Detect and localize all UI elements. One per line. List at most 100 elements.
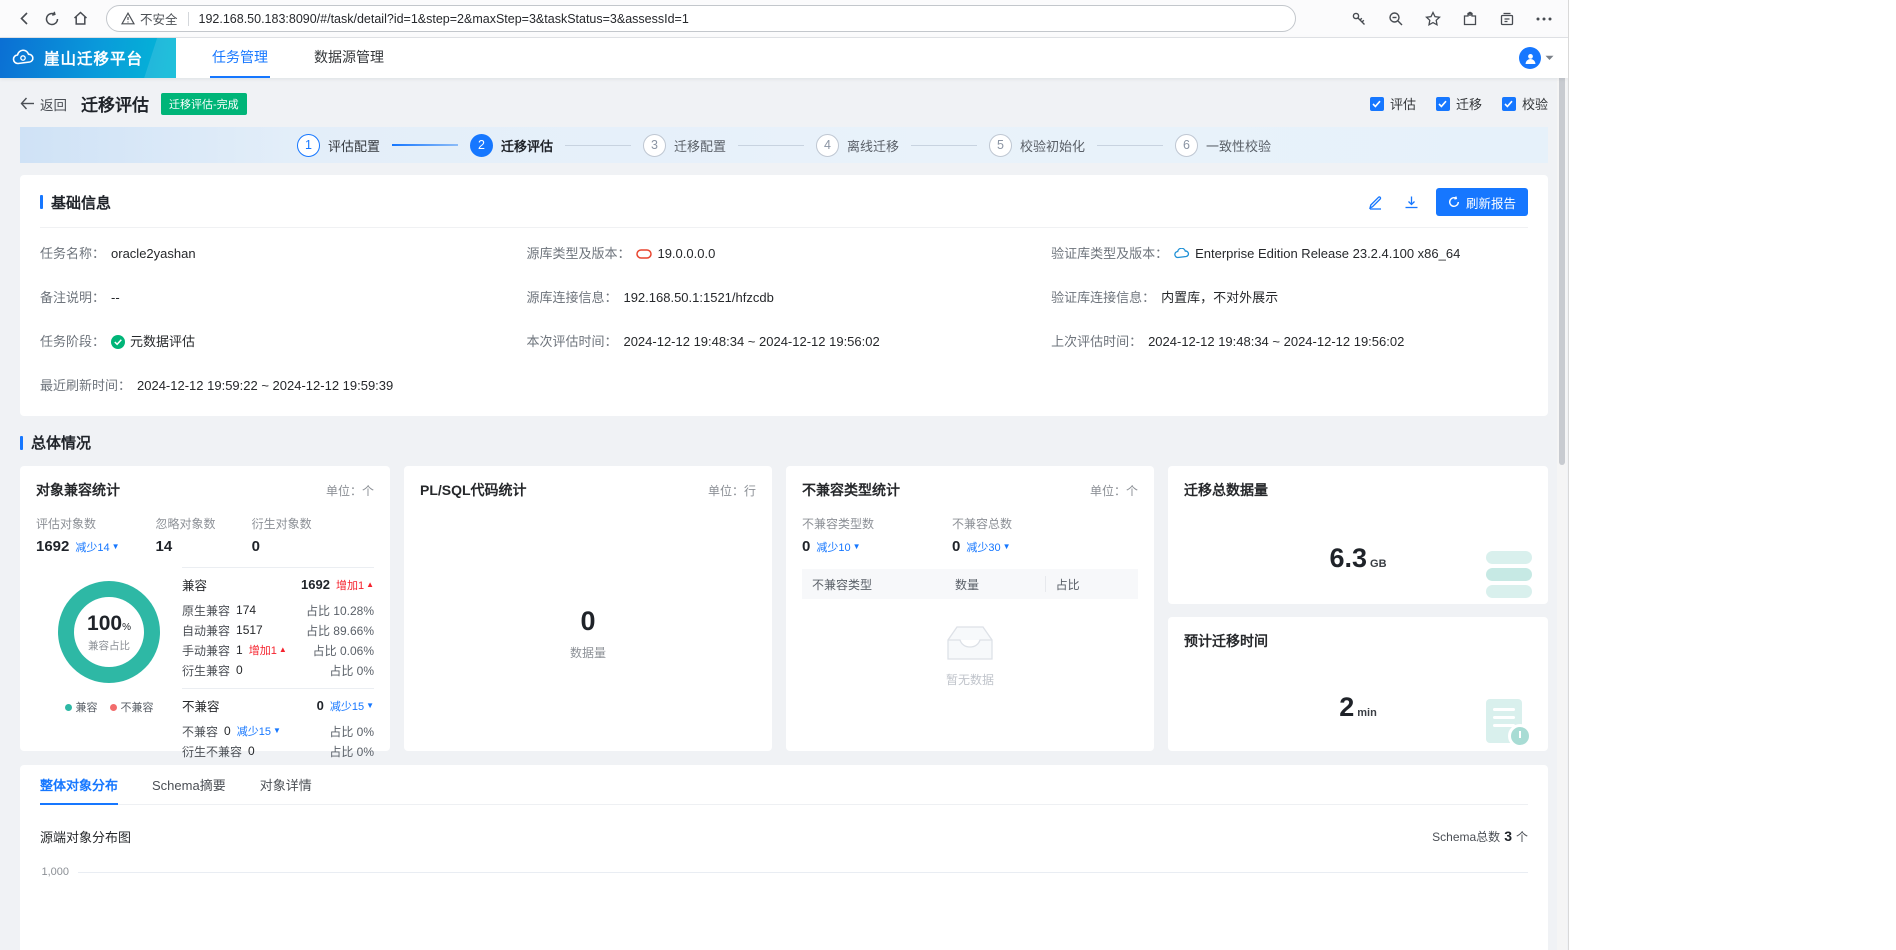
card-unit: 单位：行 [707,483,756,498]
trend-down-icon: ▼ [1002,541,1011,551]
incompat-types-card: 不兼容类型统计 单位：个 不兼容类型数 0 减少10 ▼ 不兼容总数 0 减少3… [786,466,1154,751]
compat-row-native: 原生兼容 174 占比 10.28% [182,603,374,618]
trend-chip[interactable]: 减少30 ▼ [966,539,1010,555]
main-nav: 任务管理 数据源管理 [210,38,386,78]
incompat-header-row: 不兼容 0 减少15 ▼ [182,688,374,721]
security-chip[interactable]: 不安全 [121,9,178,28]
step-connector [391,144,458,146]
stat-derived-objects: 衍生对象数 0 [251,517,312,555]
plsql-value: 0 [580,606,596,636]
card-title: 不兼容类型统计 [802,482,900,498]
field-source-conn: 源库连接信息： 192.168.50.1:1521/hfzcdb [526,290,774,305]
scrollbar-thumb[interactable] [1559,45,1565,465]
more-menu-icon [1536,17,1552,20]
checkbox-checked-icon[interactable] [1369,96,1384,111]
favorite-button[interactable] [1419,5,1447,33]
gridline [78,871,1528,873]
time-document-icon [1486,699,1532,748]
password-key-button[interactable] [1345,5,1373,33]
card-title: 迁移总数据量 [1184,482,1268,498]
donut-legend: 兼容 不兼容 [64,699,154,715]
schema-total: Schema总数 3 个 [1432,828,1528,844]
url-text: 192.168.50.183:8090/#/task/detail?id=1&s… [198,11,689,26]
browser-menu-button[interactable] [1530,5,1558,33]
step-migration-config: 3 迁移配置 [642,133,726,157]
collections-button[interactable] [1493,5,1521,33]
trend-down-icon: ▼ [272,726,281,735]
toolbar-icons [1345,5,1558,33]
refresh-page-button[interactable] [38,5,66,33]
status-badge: 迁移评估-完成 [161,92,247,115]
step-label: 一致性校验 [1206,138,1272,154]
card-title: 对象兼容统计 [36,482,120,498]
stat-incompat-total: 不兼容总数 0 减少30 ▼ [952,517,1013,555]
zoom-out-icon [1389,11,1403,25]
field-verify-type: 验证库类型及版本： Enterprise Edition Release 23.… [1051,246,1461,261]
page-title: 迁移评估 [81,96,149,115]
trend-up-icon: ▲ [366,579,374,589]
success-check-icon [111,334,126,349]
field-task-stage: 任务阶段： 元数据评估 [40,334,196,349]
chevron-down-icon[interactable] [1545,55,1554,61]
address-bar[interactable]: 不安全 192.168.50.183:8090/#/task/detail?id… [106,5,1296,32]
extensions-button[interactable] [1456,5,1484,33]
trend-chip[interactable]: 减少15 ▼ [237,723,281,739]
security-label: 不安全 [140,13,178,27]
checkbox-checked-icon[interactable] [1501,96,1516,111]
step-assess-config: 1 评估配置 [296,133,380,157]
page-header: 返回 迁移评估 迁移评估-完成 评估 迁移 校验 [0,78,1568,125]
empty-box-icon [947,626,993,660]
incompat-row-derived: 衍生不兼容 0 占比 0% [182,744,374,759]
trend-chip: 增加1 ▲ [335,579,374,592]
clock-icon [1508,724,1532,748]
browser-toolbar: 不安全 192.168.50.183:8090/#/task/detail?id… [0,0,1568,38]
step-consistency-check: 6 一致性校验 [1175,133,1272,157]
trend-down-icon: ▼ [852,541,861,551]
step-number: 3 [642,133,666,157]
step-label: 校验初始化 [1020,138,1086,154]
trend-chip[interactable]: 减少10 ▼ [816,539,860,555]
step-number: 2 [469,133,493,157]
tab-overall-distribution[interactable]: 整体对象分布 [40,765,119,805]
nav-task-management[interactable]: 任务管理 [210,38,270,78]
back-link[interactable]: 返回 [20,94,67,114]
check-migrate-label: 迁移 [1455,97,1482,112]
nav-datasource-management[interactable]: 数据源管理 [312,38,386,78]
user-avatar[interactable] [1519,47,1541,69]
trend-chip[interactable]: 减少15 ▼ [330,698,374,714]
check-migrate[interactable]: 迁移 [1435,94,1482,113]
tab-schema-summary[interactable]: Schema摘要 [152,765,226,805]
browser-window: 不安全 192.168.50.183:8090/#/task/detail?id… [0,0,1569,950]
edit-pencil-icon [1369,195,1382,210]
compat-row-derived: 衍生兼容 0 占比 0% [182,663,374,678]
checkbox-checked-icon[interactable] [1435,96,1450,111]
total-data-value: 6.3 [1329,543,1368,574]
edit-button[interactable] [1364,190,1388,214]
distribution-header-row: 源端对象分布图 Schema总数 3 个 [40,827,1528,846]
trend-chip[interactable]: 减少14 ▼ [75,539,119,555]
download-report-button[interactable] [1400,190,1424,214]
refresh-report-button[interactable]: 刷新报告 [1435,188,1528,216]
estimated-time-unit: min [1357,707,1377,720]
total-data-card: 迁移总数据量 6.3 GB [1168,466,1548,604]
estimated-time-value: 2 [1339,692,1355,723]
back-arrow-icon [20,97,34,110]
vertical-scrollbar[interactable] [1557,39,1567,950]
zoom-button[interactable] [1382,5,1410,33]
step-number: 1 [296,133,320,157]
tab-object-detail[interactable]: 对象详情 [260,765,312,805]
trend-down-icon: ▼ [366,700,374,710]
legend-dot-icon [109,703,117,711]
stat-assessed-objects: 评估对象数 1692 减少14 ▼ [36,517,120,555]
incompat-row: 不兼容 0 减少15 ▼ 占比 0% [182,723,374,739]
screen: 不安全 192.168.50.183:8090/#/task/detail?id… [0,0,1896,950]
compat-stats: 评估对象数 1692 减少14 ▼ 忽略对象数 14 衍生对象数 0 [36,515,374,555]
back-button[interactable] [10,5,38,33]
home-button[interactable] [66,5,94,33]
plsql-value-label: 数据量 [569,646,606,660]
wizard-stepper: 1 评估配置 2 迁移评估 3 迁移配置 4 离线迁移 5 校验初始化 6 一致… [20,127,1548,163]
step-offline-migration: 4 离线迁移 [816,133,899,157]
check-assess[interactable]: 评估 [1369,94,1416,113]
summary-column: 迁移总数据量 6.3 GB 预计迁移时间 2 min [1168,466,1548,751]
check-verify[interactable]: 校验 [1501,94,1548,113]
